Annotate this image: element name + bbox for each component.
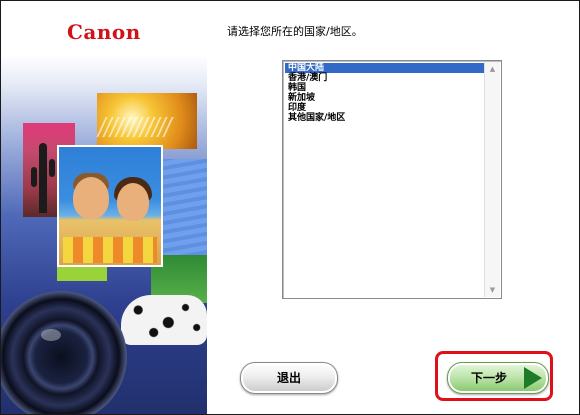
cactus-arm (49, 159, 55, 177)
installer-window: Canon 请选择您所在的国家/地区。 中国大陆 香港/澳门 韩国 新加坡 印度 (0, 0, 580, 415)
region-item-korea[interactable]: 韩国 (285, 83, 484, 93)
child-face (73, 177, 109, 219)
next-button-label: 下一步 (470, 371, 507, 385)
play-arrow-icon (524, 367, 542, 389)
cactus-arm (31, 167, 37, 187)
dalmatian-dog-image (121, 295, 207, 345)
region-item-hongkong-macau[interactable]: 香港/澳门 (285, 73, 484, 83)
exit-button[interactable]: 退出 (240, 362, 338, 394)
camera-lens-image (1, 291, 127, 414)
lens-reflection (41, 329, 61, 341)
decorative-side-panel: Canon (1, 1, 207, 414)
region-item-other[interactable]: 其他国家/地区 (285, 113, 484, 123)
region-list: 中国大陆 香港/澳门 韩国 新加坡 印度 其他国家/地区 (285, 63, 484, 296)
canon-logo: Canon (67, 20, 141, 44)
cactus-icon (39, 143, 47, 213)
region-item-india[interactable]: 印度 (285, 103, 484, 113)
region-item-china-mainland[interactable]: 中国大陆 (285, 63, 484, 73)
sunset-photo (96, 93, 197, 149)
scroll-up-arrow-icon[interactable]: ▲ (485, 62, 500, 76)
list-scrollbar[interactable]: ▲ ▼ (484, 62, 500, 297)
striped-towel (63, 237, 157, 263)
children-photo (57, 145, 163, 267)
region-prompt-text: 请选择您所在的国家/地区。 (227, 25, 363, 38)
region-item-singapore[interactable]: 新加坡 (285, 93, 484, 103)
child-face (117, 183, 149, 221)
scroll-down-arrow-icon[interactable]: ▼ (485, 283, 500, 297)
sun-rays (96, 117, 176, 137)
next-button[interactable]: 下一步 (447, 362, 549, 394)
region-listbox[interactable]: 中国大陆 香港/澳门 韩国 新加坡 印度 其他国家/地区 ▲ ▼ (282, 60, 502, 299)
